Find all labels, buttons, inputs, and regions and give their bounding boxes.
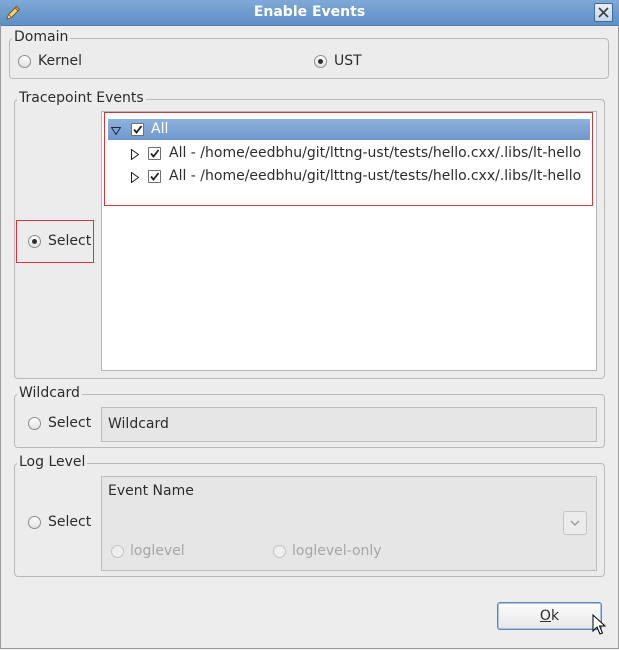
mouse-cursor-icon [592, 613, 607, 640]
domain-legend: Domain [12, 29, 71, 45]
close-icon [598, 7, 609, 18]
loglevel-label: loglevel [130, 543, 185, 559]
chevron-down-icon [570, 520, 580, 526]
log-level-combo-button[interactable] [563, 511, 587, 535]
tracepoint-events-legend: Tracepoint Events [17, 90, 146, 106]
ok-button-label: Ok [539, 608, 560, 624]
wildcard-field-text: Wildcard [108, 416, 169, 432]
ok-button[interactable]: Ok [497, 602, 602, 630]
loglevel-only-label: loglevel-only [292, 543, 382, 559]
log-level-select-label: Select [48, 514, 92, 530]
tree-highlight-box [104, 112, 593, 206]
wildcard-select-radio[interactable] [28, 417, 41, 430]
tracepoint-select-option[interactable]: Select [28, 233, 92, 251]
wildcard-legend: Wildcard [17, 385, 82, 401]
log-level-select-option[interactable]: Select [28, 514, 92, 532]
ust-label: UST [334, 53, 362, 69]
domain-kernel-radio-option[interactable]: Kernel [18, 53, 118, 71]
event-name-label: Event Name [108, 483, 194, 499]
wildcard-field[interactable]: Wildcard [101, 407, 597, 442]
loglevel-radio[interactable] [111, 545, 124, 558]
tracepoint-select-radio[interactable] [28, 235, 41, 248]
window-title: Enable Events [253, 4, 366, 20]
close-button[interactable] [594, 3, 613, 22]
wildcard-select-label: Select [48, 415, 92, 431]
log-level-legend: Log Level [17, 454, 88, 470]
loglevel-radio-option[interactable]: loglevel [111, 543, 221, 561]
loglevel-only-radio-option[interactable]: loglevel-only [273, 543, 403, 561]
kernel-radio[interactable] [18, 55, 31, 68]
ust-radio[interactable] [314, 55, 327, 68]
log-level-select-radio[interactable] [28, 516, 41, 529]
wildcard-select-option[interactable]: Select [28, 415, 92, 433]
domain-ust-radio-option[interactable]: UST [314, 53, 414, 71]
title-bar[interactable]: Enable Events [0, 0, 619, 26]
pencil-icon [4, 4, 22, 22]
kernel-label: Kernel [38, 53, 82, 69]
loglevel-only-radio[interactable] [273, 545, 286, 558]
tracepoint-select-label: Select [48, 233, 92, 249]
